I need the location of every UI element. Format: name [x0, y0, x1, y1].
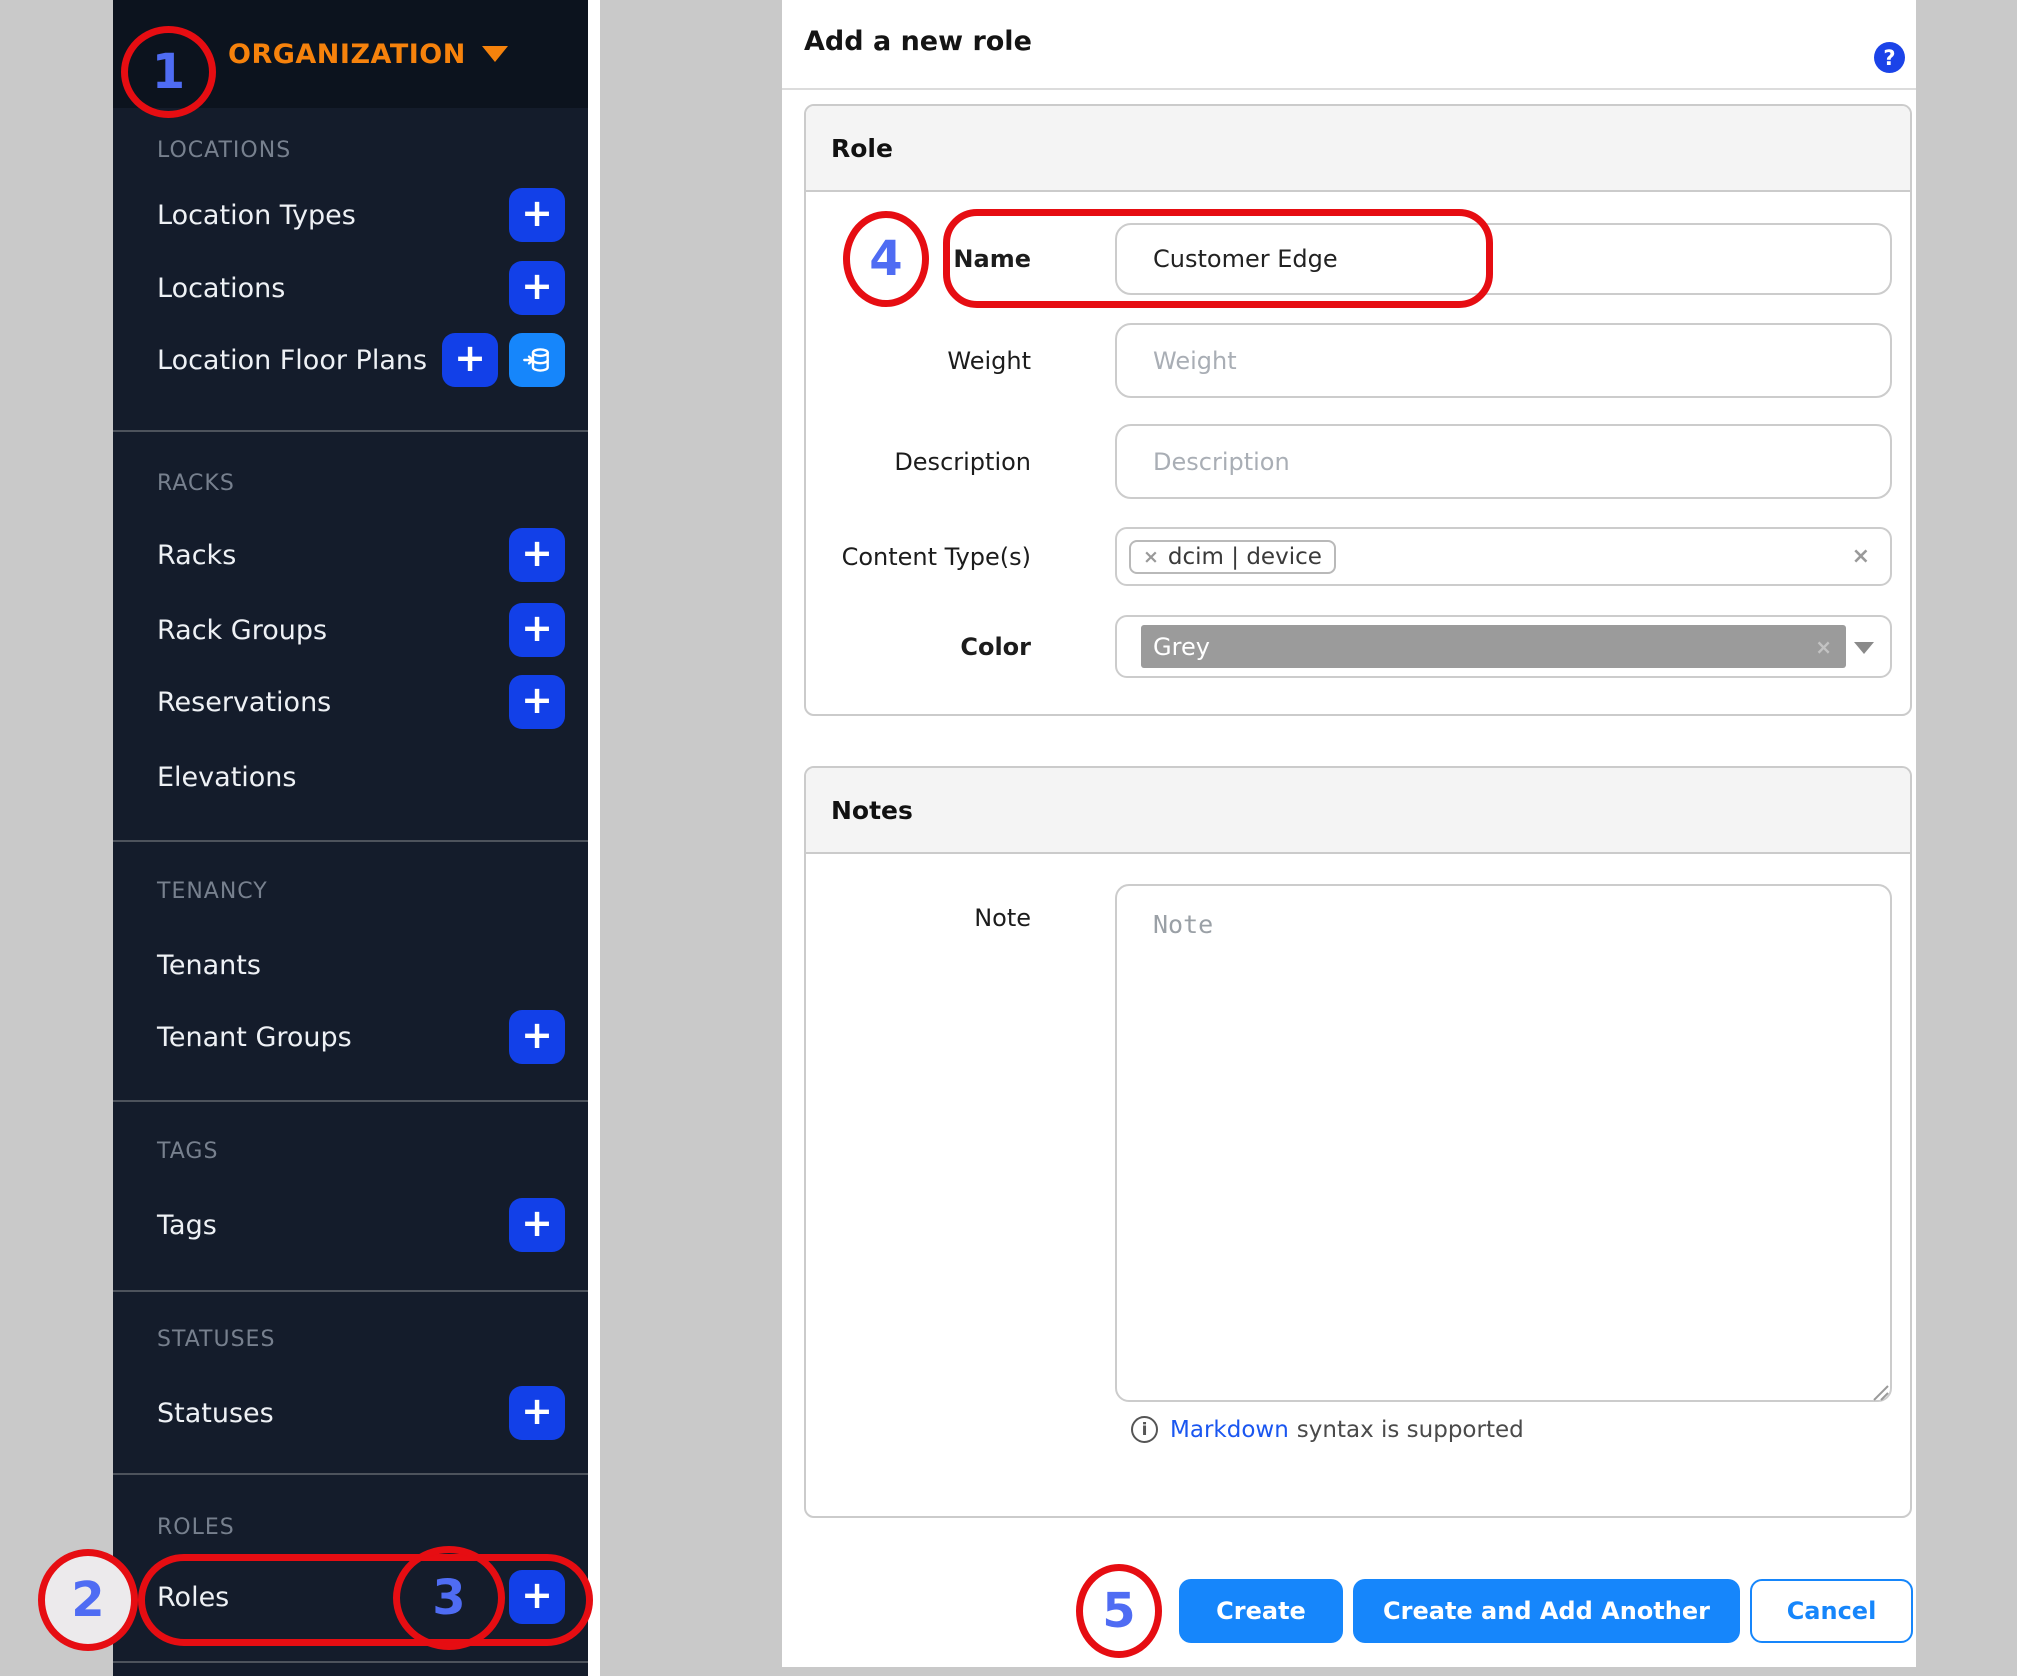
plus-icon: +: [521, 606, 553, 650]
content-type-tag-label: dcim | device: [1167, 543, 1322, 570]
section-label-tags: TAGS: [157, 1139, 219, 1164]
sidebar-divider: [113, 1661, 588, 1663]
plus-icon: +: [521, 191, 553, 235]
plus-icon: +: [454, 336, 486, 380]
sidebar-item-racks[interactable]: Racks +: [113, 527, 588, 583]
help-icon[interactable]: ?: [1874, 42, 1905, 73]
sidebar-item-reservations[interactable]: Reservations +: [113, 674, 588, 730]
plus-icon: +: [521, 531, 553, 575]
create-button[interactable]: Create: [1179, 1579, 1343, 1643]
markdown-hint-text: syntax is supported: [1296, 1416, 1524, 1443]
sidebar-divider: [113, 1290, 588, 1292]
role-card-header: Role: [806, 106, 1910, 192]
markdown-hint: i Markdown syntax is supported: [1131, 1416, 1524, 1443]
import-location-floor-plan-button[interactable]: [509, 333, 565, 387]
color-swatch-grey: Grey ×: [1141, 625, 1846, 668]
annotation-circle-4: 4: [843, 211, 929, 307]
notes-card-header: Notes: [806, 768, 1910, 854]
role-card: Role Name Weight Description Content Typ…: [804, 104, 1912, 716]
create-and-add-another-button[interactable]: Create and Add Another: [1353, 1579, 1740, 1643]
weight-input[interactable]: [1115, 323, 1892, 398]
section-label-racks: RACKS: [157, 471, 235, 496]
sidebar-item-elevations[interactable]: Elevations: [113, 749, 588, 805]
sidebar-item-locations[interactable]: Locations +: [113, 260, 588, 316]
add-location-button[interactable]: +: [509, 261, 565, 315]
sidebar-page-edge: [588, 0, 600, 1676]
app-background: ORGANIZATION LOCATIONS Location Types + …: [0, 0, 2017, 1676]
sidebar-item-location-floor-plans[interactable]: Location Floor Plans +: [113, 332, 588, 388]
tag-remove-icon[interactable]: ×: [1143, 546, 1159, 568]
add-tenant-group-button[interactable]: +: [509, 1010, 565, 1064]
add-rack-button[interactable]: +: [509, 528, 565, 582]
role-card-title: Role: [831, 133, 893, 163]
annotation-circle-5: 5: [1076, 1564, 1162, 1658]
database-import-icon: [523, 348, 549, 372]
markdown-link[interactable]: Markdown: [1170, 1417, 1289, 1443]
section-label-roles: ROLES: [157, 1515, 235, 1540]
annotation-rect-roles: [138, 1554, 593, 1646]
sidebar: ORGANIZATION LOCATIONS Location Types + …: [113, 0, 588, 1676]
color-label: Color: [960, 632, 1031, 661]
annotation-circle-3: 3: [393, 1546, 505, 1650]
weight-label: Weight: [947, 346, 1031, 375]
content-types-select[interactable]: × dcim | device ×: [1115, 527, 1892, 586]
sidebar-divider: [113, 1100, 588, 1102]
plus-icon: +: [521, 1013, 553, 1057]
note-textarea[interactable]: [1115, 884, 1892, 1402]
annotation-circle-2: 2: [38, 1549, 138, 1651]
note-label: Note: [974, 904, 1031, 932]
clear-field-icon[interactable]: ×: [1852, 544, 1870, 569]
sidebar-divider: [113, 1473, 588, 1475]
annotation-rect-name: [943, 209, 1493, 308]
add-location-type-button[interactable]: +: [509, 188, 565, 242]
add-status-button[interactable]: +: [509, 1386, 565, 1440]
content-types-row: Content Type(s) × dcim | device ×: [806, 527, 1910, 586]
add-location-floor-plan-button[interactable]: +: [442, 333, 498, 387]
sidebar-divider: [113, 430, 588, 432]
add-reservation-button[interactable]: +: [509, 675, 565, 729]
header-divider: [782, 88, 1916, 90]
plus-icon: +: [521, 1201, 553, 1245]
section-label-statuses: STATUSES: [157, 1327, 276, 1352]
resize-handle[interactable]: [1868, 1380, 1890, 1402]
plus-icon: +: [521, 678, 553, 722]
plus-icon: +: [521, 264, 553, 308]
description-label: Description: [894, 447, 1031, 476]
cancel-button[interactable]: Cancel: [1750, 1579, 1913, 1643]
sidebar-item-tags[interactable]: Tags +: [113, 1197, 588, 1253]
organization-menu-label: ORGANIZATION: [228, 38, 466, 70]
dropdown-caret-icon: [1854, 641, 1874, 654]
page-title: Add a new role: [804, 26, 1032, 57]
chevron-down-icon: [481, 46, 508, 62]
annotation-circle-1: 1: [121, 26, 216, 118]
notes-card: Notes Note i Markdown syntax is supporte…: [804, 766, 1912, 1518]
sidebar-item-tenants[interactable]: Tenants: [113, 937, 588, 993]
add-tag-button[interactable]: +: [509, 1198, 565, 1252]
content-types-label: Content Type(s): [841, 542, 1031, 571]
add-rack-group-button[interactable]: +: [509, 603, 565, 657]
sidebar-item-statuses[interactable]: Statuses +: [113, 1385, 588, 1441]
description-input[interactable]: [1115, 424, 1892, 499]
swatch-clear-icon[interactable]: ×: [1815, 635, 1832, 659]
sidebar-divider: [113, 840, 588, 842]
plus-icon: +: [521, 1389, 553, 1433]
weight-row: Weight: [806, 323, 1910, 398]
sidebar-item-tenant-groups[interactable]: Tenant Groups +: [113, 1009, 588, 1065]
color-value-label: Grey: [1153, 632, 1210, 661]
color-select[interactable]: Grey ×: [1115, 615, 1892, 678]
section-label-locations: LOCATIONS: [157, 138, 292, 163]
section-label-tenancy: TENANCY: [157, 879, 268, 904]
sidebar-item-rack-groups[interactable]: Rack Groups +: [113, 602, 588, 658]
color-row: Color Grey ×: [806, 615, 1910, 678]
info-icon: i: [1131, 1416, 1158, 1443]
description-row: Description: [806, 424, 1910, 499]
sidebar-item-location-types[interactable]: Location Types +: [113, 187, 588, 243]
notes-card-title: Notes: [831, 795, 913, 825]
content-type-tag: × dcim | device: [1129, 539, 1336, 574]
